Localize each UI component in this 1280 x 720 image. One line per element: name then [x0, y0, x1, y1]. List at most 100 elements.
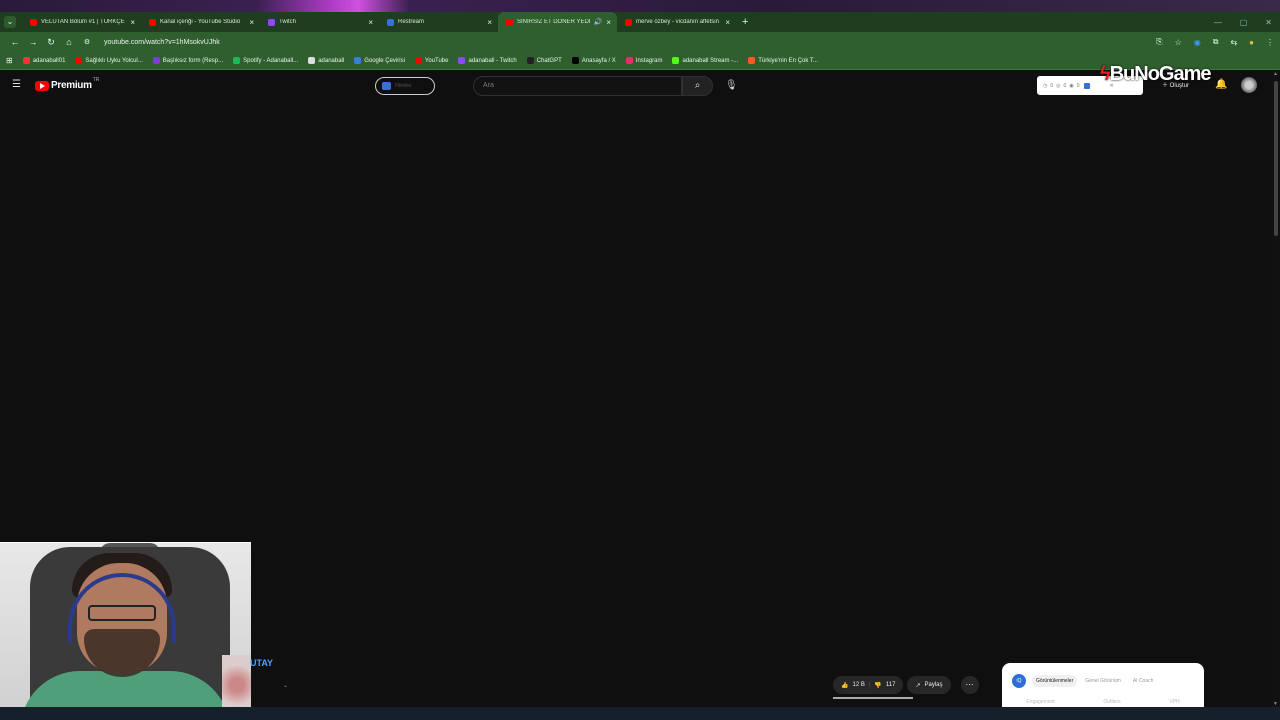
tab-audio-icon[interactable]: 🔊 [594, 18, 603, 26]
bookmark-item[interactable]: Türkiye'nin En Çok T... [748, 57, 818, 64]
youtube-logo[interactable]: Premium TR [35, 77, 99, 91]
bookmark-favicon-icon [625, 57, 633, 64]
maximize-icon[interactable]: ▢ [1240, 18, 1248, 27]
cast-icon[interactable]: ⇆ [1230, 38, 1237, 47]
brand-watermark: ϟBuNoGame [1100, 63, 1211, 86]
plant [222, 655, 251, 714]
vidiq-logo-icon: iQ [1012, 674, 1026, 688]
browser-tab[interactable]: Kanal içeriği - YouTube Studio × [141, 12, 260, 32]
tab-close-icon[interactable]: × [368, 18, 373, 27]
forward-icon[interactable]: → [24, 37, 42, 47]
tab-favicon-icon [149, 18, 156, 26]
bookmark-item[interactable]: ChatGPT [526, 57, 562, 64]
vidiq-engagement[interactable]: Engagement [1026, 699, 1054, 705]
bookmark-star-icon[interactable]: ☆ [1175, 38, 1182, 47]
bolt-icon: ϟ [1100, 63, 1111, 85]
youtube-play-icon [35, 80, 49, 91]
like-button[interactable]: 👍 12 B | 👎 117 [833, 676, 904, 694]
more-actions-icon[interactable]: ⋯ [960, 676, 979, 694]
vidiq-tabs: Görüntülenmeler Genel Görünüm AI Coach [1032, 675, 1157, 687]
reload-icon[interactable]: ↻ [42, 37, 60, 48]
bookmark-item[interactable]: Sağlıklı Uyku Yolcul... [75, 57, 143, 64]
bookmark-label: Başlıksız form (Resp... [162, 57, 224, 64]
bookmark-item[interactable]: Spotify - Adanaball... [233, 57, 298, 64]
browser-tab[interactable]: Twitch × [260, 12, 379, 32]
bottom-strip [0, 707, 1280, 720]
search-icon[interactable]: ⌕ [682, 76, 713, 96]
vidiq-tab-ai-coach[interactable]: AI Coach [1129, 675, 1158, 687]
subscribe-chevron-icon[interactable]: ⌄ [283, 682, 288, 689]
tab-favicon-icon [30, 18, 37, 26]
bookmark-item[interactable]: Google Çevirisi [354, 57, 405, 64]
bookmark-item[interactable]: Instagram [625, 57, 662, 64]
create-button[interactable]: ＋ Oluştur [1162, 80, 1189, 89]
browser-tab[interactable]: SINIRSIZ ET DÖNER YEDİK! 🔊 × [498, 12, 617, 32]
home-icon[interactable]: ⌂ [60, 37, 78, 47]
page-scrollbar[interactable]: ▲ ▼ [1272, 71, 1280, 707]
channel-name[interactable]: UTAY [250, 658, 273, 668]
brand-text: BuNoGame [1109, 63, 1212, 85]
bookmark-item[interactable]: Başlıksız form (Resp... [152, 57, 224, 64]
vidiq-vph[interactable]: VPH [1169, 699, 1179, 705]
tab-close-icon[interactable]: × [606, 18, 611, 27]
close-window-icon[interactable]: ✕ [1265, 18, 1272, 27]
browser-tab[interactable]: Restream × [379, 12, 498, 32]
vidiq-metrics: Engagement Outliers VPH [1002, 699, 1204, 705]
mic-icon[interactable]: 🎙 [725, 80, 738, 91]
bookmark-item[interactable]: adanaball01 [22, 57, 66, 64]
bookmark-label: Türkiye'nin En Çok T... [758, 57, 818, 64]
bookmark-item[interactable]: Anasayfa / X [571, 57, 616, 64]
vidiq-outliers[interactable]: Outliers [1103, 699, 1120, 705]
bookmark-item[interactable]: YouTube [414, 57, 448, 64]
site-info-icon[interactable]: ⚙ [78, 38, 96, 46]
menu-icon[interactable]: ☰ [12, 80, 22, 90]
bookmark-item[interactable]: adanaball Stream -... [672, 57, 738, 64]
extensions-icon[interactable]: ⧉ [1213, 37, 1219, 47]
vidiq-tab-views[interactable]: Görüntülenmeler [1032, 675, 1078, 687]
create-label: Oluştur [1169, 83, 1190, 89]
bookmark-label: Anasayfa / X [581, 57, 616, 64]
tab-search-button[interactable]: ⌄ [4, 16, 16, 28]
apps-icon[interactable]: ⊞ [6, 56, 13, 65]
install-app-icon[interactable]: ⎘ [1156, 37, 1162, 47]
share-button[interactable]: ↗ Paylaş [907, 676, 951, 694]
tab-favicon-icon [268, 18, 275, 26]
vidiq-panel: iQ Görüntülenmeler Genel Görünüm AI Coac… [1002, 663, 1204, 709]
address-bar: ← → ↻ ⌂ ⚙ youtube.com/watch?v=1hMsokvUJh… [0, 32, 1280, 52]
bookmark-label: ChatGPT [536, 57, 562, 64]
new-tab-button[interactable]: + [742, 16, 748, 28]
thumbs-down-icon: 👎 [874, 682, 882, 689]
search-input[interactable]: Ara [473, 76, 682, 96]
vidiq-tab-overview[interactable]: Genel Görünüm [1081, 675, 1125, 687]
bookmark-favicon-icon [458, 57, 466, 64]
minimize-icon[interactable]: — [1214, 18, 1222, 27]
tab-title: Kanal içeriği - YouTube Studio [160, 19, 241, 25]
bookmark-item[interactable]: adanaball - Twitch [458, 57, 517, 64]
bookmark-item[interactable]: adanaball [308, 57, 344, 64]
url-input[interactable]: youtube.com/watch?v=1hMsokvUJhk [104, 39, 220, 46]
bookmark-favicon-icon [308, 57, 316, 64]
tab-close-icon[interactable]: × [487, 18, 492, 27]
tab-close-icon[interactable]: × [130, 18, 135, 27]
tab-close-icon[interactable]: × [249, 18, 254, 27]
tab-title: merve özbey - vicdanın affetsin [636, 19, 719, 25]
filter-button[interactable]: Filtreler [375, 77, 435, 95]
profile-icon[interactable]: ● [1249, 38, 1254, 47]
notifications-bell-icon[interactable]: 🔔 [1215, 79, 1227, 90]
extension-vidiq-icon[interactable]: ◉ [1194, 38, 1201, 47]
bookmark-label: adanaball01 [32, 57, 66, 64]
bookmark-label: adanaball - Twitch [468, 57, 517, 64]
tab-close-icon[interactable]: × [725, 18, 730, 27]
browser-tab[interactable]: VELUTAN Bölüm #1 | TÜRKÇE I × [22, 12, 141, 32]
back-icon[interactable]: ← [6, 37, 24, 47]
browser-tab[interactable]: merve özbey - vicdanın affetsin × [617, 12, 736, 32]
views-icon: ◉ [1069, 82, 1074, 89]
avatar[interactable] [1241, 77, 1257, 93]
webcam-overlay [0, 542, 251, 714]
bookmark-label: adanaball Stream -... [682, 57, 739, 64]
scrollbar-thumb[interactable] [1274, 81, 1278, 236]
scroll-up-icon[interactable]: ▲ [1273, 71, 1278, 77]
browser-menu-icon[interactable]: ⋮ [1266, 38, 1274, 47]
bookmark-label: Sağlıklı Uyku Yolcul... [85, 57, 143, 64]
window-top-strip [0, 0, 1280, 12]
